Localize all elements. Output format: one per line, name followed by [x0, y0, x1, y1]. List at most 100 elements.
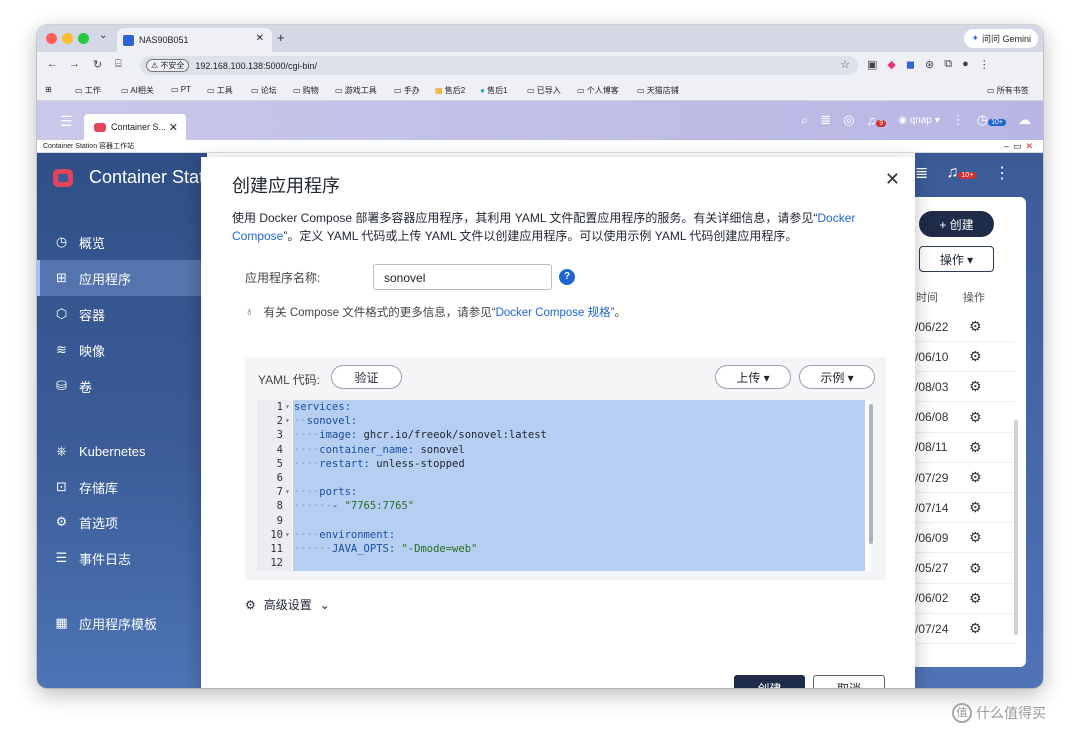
help-icon[interactable]: ? — [559, 269, 575, 285]
tab-list-chevron-icon[interactable]: ⌄ — [99, 30, 107, 41]
sidebar-item-event-log[interactable]: ☰ 事件日志 — [37, 540, 207, 576]
minimize-window-button[interactable] — [62, 33, 73, 44]
table-row[interactable]: /06/22 ⚙ — [915, 312, 1015, 342]
close-tab-icon[interactable]: ✕ — [256, 33, 264, 44]
table-row[interactable]: /07/24 ⚙ — [915, 614, 1015, 644]
close-app-tab-icon[interactable]: ✕ — [169, 121, 178, 134]
example-dropdown[interactable]: 示例 ▾ — [799, 365, 875, 389]
upload-dropdown[interactable]: 上传 ▾ — [715, 365, 791, 389]
task-icon[interactable]: ≣ — [820, 112, 831, 128]
all-bookmarks[interactable]: ▭ 所有书签 — [987, 85, 1029, 96]
new-tab-button[interactable]: + — [277, 30, 285, 45]
bookmark-folder[interactable]: ▭ 购物 — [293, 85, 319, 96]
profile-avatar[interactable]: ● — [962, 58, 969, 71]
maximize-icon[interactable]: ▭ — [1013, 141, 1026, 151]
settings-gear-icon[interactable]: ⚙ — [969, 590, 982, 607]
fold-toggle-icon[interactable]: ▾ — [285, 485, 290, 499]
settings-gear-icon[interactable]: ⚙ — [969, 499, 982, 516]
settings-gear-icon[interactable]: ⚙ — [969, 318, 982, 335]
close-icon[interactable]: ✕ — [1025, 141, 1037, 151]
editor-scrollbar[interactable] — [869, 404, 873, 544]
sidebar-item-registry[interactable]: ⊡ 存储库 — [37, 469, 207, 505]
search-icon[interactable]: ⌕ — [801, 112, 808, 128]
fold-toggle-icon[interactable]: ▾ — [285, 414, 290, 428]
actions-dropdown[interactable]: 操作 ▾ — [919, 246, 994, 272]
monitor-icon[interactable]: ◎ — [843, 112, 854, 128]
more-menu-icon[interactable]: ⋮ — [952, 112, 965, 128]
table-row[interactable]: /07/29 ⚙ — [915, 463, 1015, 493]
bookmark-folder[interactable]: ▭ 游戏工具 — [335, 85, 377, 96]
table-row[interactable]: /06/02 ⚙ — [915, 584, 1015, 614]
sidebar-item-images[interactable]: ≋ 映像 — [37, 332, 207, 368]
app-name-input[interactable]: sonovel — [373, 264, 552, 290]
sidebar-item-preferences[interactable]: ⚙ 首选项 — [37, 504, 207, 540]
task-icon[interactable]: ≣ — [915, 163, 928, 183]
sidebar-item-overview[interactable]: ◷ 概览 — [37, 224, 207, 260]
table-row[interactable]: /08/11 ⚙ — [915, 433, 1015, 463]
extension-icon[interactable]: ▣ — [867, 58, 877, 71]
bookmark-item[interactable]: ● 售后1 — [480, 85, 508, 96]
compose-spec-link[interactable]: Docker Compose 规格 — [496, 304, 611, 320]
more-menu-icon[interactable]: ⋮ — [979, 58, 990, 71]
forward-icon[interactable]: → — [69, 58, 80, 70]
cancel-button[interactable]: 取消 — [813, 675, 885, 688]
insecure-badge[interactable]: ⚠ 不安全 — [146, 59, 190, 72]
create-button[interactable]: 创建 — [734, 675, 805, 688]
bookmark-folder[interactable]: ▭ 个人博客 — [577, 85, 619, 96]
bookmark-star-icon[interactable]: ☆ — [840, 58, 850, 71]
settings-gear-icon[interactable]: ⚙ — [969, 378, 982, 395]
reload-icon[interactable]: ↻ — [93, 58, 102, 71]
gemini-button[interactable]: ✦ 问问 Gemini — [964, 29, 1038, 48]
bookmark-folder[interactable]: ▭ 天猫店铺 — [637, 85, 679, 96]
bookmark-item[interactable]: ▦ 售后2 — [435, 85, 465, 96]
notifications-icon[interactable]: ♫ 10+ — [946, 164, 977, 182]
apps-grid-icon[interactable]: ⊞ — [45, 85, 52, 94]
settings-gear-icon[interactable]: ⚙ — [969, 409, 982, 426]
bookmark-folder[interactable]: ▭ 论坛 — [251, 85, 277, 96]
sidebar-item-kubernetes[interactable]: ⎈ Kubernetes — [37, 433, 207, 469]
hamburger-menu-icon[interactable]: ☰ — [60, 113, 73, 130]
settings-gear-icon[interactable]: ⚙ — [969, 348, 982, 365]
create-app-button[interactable]: + 创建 — [919, 211, 994, 237]
validate-button[interactable]: 验证 — [331, 365, 402, 389]
settings-gear-icon[interactable]: ⚙ — [969, 529, 982, 546]
back-icon[interactable]: ← — [47, 58, 58, 70]
fold-toggle-icon[interactable]: ▾ — [285, 400, 290, 414]
table-row[interactable]: /06/10 ⚙ — [915, 342, 1015, 373]
settings-gear-icon[interactable]: ⚙ — [969, 560, 982, 577]
table-row[interactable]: /06/09 ⚙ — [915, 523, 1015, 554]
extension-icon[interactable]: ◼ — [906, 58, 915, 71]
qts-app-tab[interactable]: Container S... ✕ — [84, 114, 186, 140]
reader-icon[interactable]: ⌸ — [115, 58, 122, 71]
dashboard-icon[interactable]: ◷ 10+ — [977, 112, 1006, 128]
sidebar-item-volumes[interactable]: ⛁ 卷 — [37, 368, 207, 404]
table-row[interactable]: /05/27 ⚙ — [915, 554, 1015, 584]
bookmark-folder[interactable]: ▭ 已导入 — [527, 85, 561, 96]
more-menu-icon[interactable]: ⋮ — [994, 163, 1010, 183]
puzzle-icon[interactable]: ⧉ — [944, 58, 952, 71]
table-row[interactable]: /06/08 ⚙ — [915, 403, 1015, 433]
bookmark-folder[interactable]: ▭ 手办 — [394, 85, 420, 96]
bookmark-folder[interactable]: ▭ 工具 — [207, 85, 233, 96]
bookmark-folder[interactable]: ▭ 工作 — [75, 85, 101, 96]
close-window-button[interactable] — [46, 33, 57, 44]
fold-toggle-icon[interactable]: ▾ — [285, 528, 290, 542]
column-header-time[interactable]: 时间 — [916, 289, 938, 305]
browser-tab[interactable]: NAS90B051 ✕ — [117, 28, 272, 52]
settings-gear-icon[interactable]: ⚙ — [969, 469, 982, 486]
user-menu[interactable]: ◉ qnap ▾ — [898, 115, 940, 126]
address-bar[interactable]: ⚠ 不安全 192.168.100.138:5000/cgi-bin/ ☆ — [140, 56, 858, 75]
table-row[interactable]: /08/03 ⚙ — [915, 372, 1015, 403]
yaml-editor[interactable]: 1 ▾ services: 2 ▾ ··sonovel: 3 ····image: ghcr.… — [257, 400, 871, 571]
settings-gear-icon[interactable]: ⚙ — [969, 439, 982, 456]
sidebar-item-app-templates[interactable]: ▦ 应用程序模板 — [37, 605, 207, 641]
cloud-icon[interactable]: ☁ — [1018, 112, 1031, 128]
extension-icon[interactable]: ◆ — [887, 58, 895, 71]
table-row[interactable]: /07/14 ⚙ — [915, 493, 1015, 524]
list-scrollbar[interactable] — [1014, 420, 1018, 635]
close-dialog-icon[interactable]: ✕ — [885, 169, 900, 190]
bookmark-folder[interactable]: ▭ PT — [171, 85, 191, 94]
settings-gear-icon[interactable]: ⚙ — [969, 620, 982, 637]
minimize-icon[interactable]: – — [1004, 141, 1013, 151]
notifications-icon[interactable]: ♫ 9 — [867, 113, 887, 128]
